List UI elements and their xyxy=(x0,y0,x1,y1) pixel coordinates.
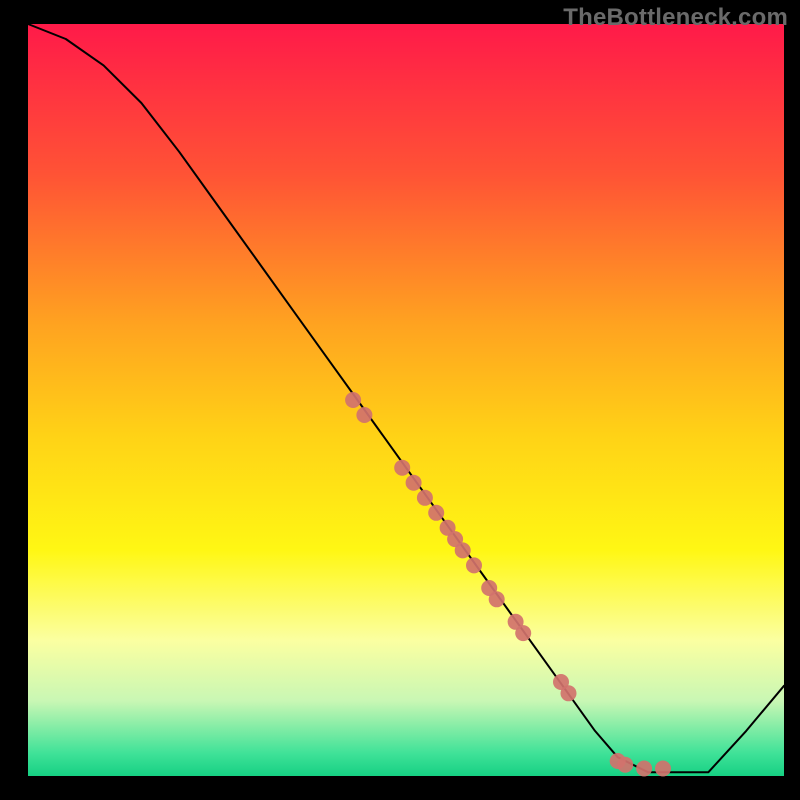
watermark-text: TheBottleneck.com xyxy=(563,4,788,32)
data-point xyxy=(617,757,633,773)
data-point xyxy=(356,407,372,423)
data-point xyxy=(515,625,531,641)
data-point xyxy=(636,761,652,777)
data-point xyxy=(655,761,671,777)
data-point xyxy=(406,475,422,491)
data-point xyxy=(466,557,482,573)
data-point xyxy=(417,490,433,506)
data-point xyxy=(394,460,410,476)
plot-background xyxy=(28,24,784,776)
chart-container: TheBottleneck.com xyxy=(0,0,800,800)
data-point xyxy=(489,591,505,607)
data-point xyxy=(345,392,361,408)
data-point xyxy=(561,685,577,701)
data-point xyxy=(455,542,471,558)
data-point xyxy=(428,505,444,521)
bottleneck-chart xyxy=(0,0,800,800)
